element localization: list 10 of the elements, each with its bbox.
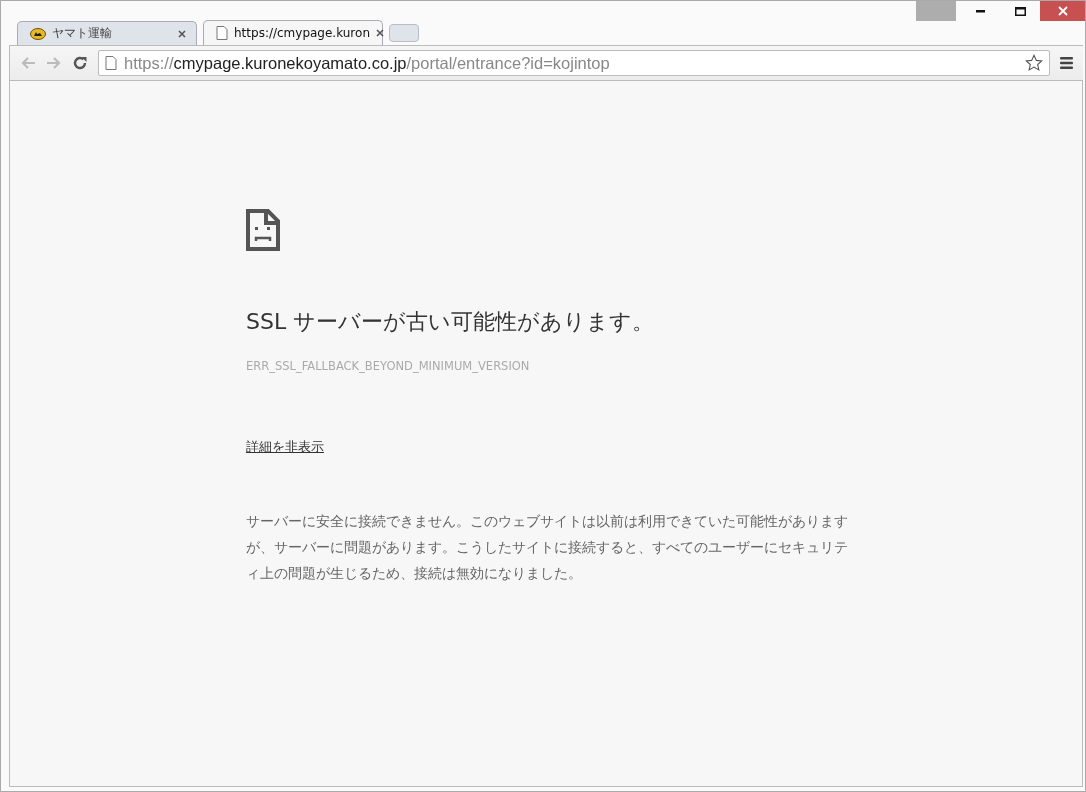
browser-tab[interactable]: ヤマト運輸 [17,21,197,45]
browser-tab[interactable]: https://cmypage.kuron [203,20,383,45]
tab-title: ヤマト運輸 [52,25,113,42]
error-message: サーバーに安全に接続できません。このウェブサイトは以前は利用できていた可能性がありますが、サーバーに問題があります。こうしたサイトに接続すると、すべてのユーザーにセキュリティ上の問題が生じるため、接続は無効になりました。 [246,512,849,583]
address-bar[interactable]: https://cmypage.kuronekoyamato.co.jp/portal/entrance?id=kojintop [98,50,1050,76]
error-heading: SSL サーバーが古い可能性があります。 [246,308,656,336]
error-code: ERR_SSL_FALLBACK_BEYOND_MINIMUM_VERSION [246,359,531,373]
url-text: https://cmypage.kuronekoyamato.co.jp/portal/entrance?id=kojintop [124,53,611,73]
hide-details-link[interactable]: 詳細を非表示 [246,439,324,456]
tab-title: https://cmypage.kuron [234,26,370,40]
